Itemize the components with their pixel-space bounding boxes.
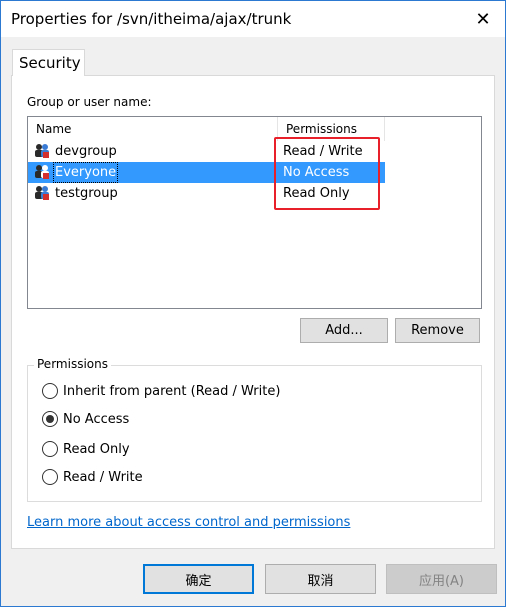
row-permission: Read / Write <box>283 144 363 159</box>
permissions-group: Permissions Inherit from parent (Read / … <box>27 357 482 502</box>
radio-read-only[interactable]: Read Only <box>42 440 130 458</box>
radio-read-only-label: Read Only <box>63 441 130 457</box>
window-title: Properties for /svn/itheima/ajax/trunk <box>11 10 292 28</box>
group-icon <box>35 186 49 200</box>
list-row[interactable]: devgroup Read / Write <box>28 141 385 162</box>
tab-security-label: Security <box>19 54 81 72</box>
tab-security[interactable]: Security <box>12 49 85 76</box>
learn-more-link[interactable]: Learn more about access control and perm… <box>27 515 350 530</box>
add-button[interactable]: Add... <box>300 318 388 343</box>
row-name: devgroup <box>55 144 117 159</box>
user-list[interactable]: Name Permissions devgroup Read / Write E… <box>27 116 482 309</box>
apply-button[interactable]: 应用(A) <box>386 564 497 594</box>
remove-button[interactable]: Remove <box>395 318 480 343</box>
title-bar: Properties for /svn/itheima/ajax/trunk ✕ <box>1 1 505 37</box>
radio-read-write[interactable]: Read / Write <box>42 468 143 486</box>
radio-inherit[interactable]: Inherit from parent (Read / Write) <box>42 382 280 400</box>
list-row-selected[interactable]: Everyone No Access <box>28 162 385 183</box>
column-header-name[interactable]: Name <box>28 117 278 141</box>
ok-button[interactable]: 确定 <box>143 564 254 594</box>
row-permission: Read Only <box>283 186 350 201</box>
radio-circle[interactable] <box>42 383 58 399</box>
row-permission: No Access <box>283 165 350 180</box>
radio-no-access-label: No Access <box>63 411 130 427</box>
row-name: Everyone <box>53 162 119 183</box>
group-icon <box>35 144 49 158</box>
radio-read-write-label: Read / Write <box>63 469 143 485</box>
radio-inherit-label: Inherit from parent (Read / Write) <box>63 383 281 399</box>
permissions-group-title: Permissions <box>34 357 111 371</box>
radio-circle[interactable] <box>42 441 58 457</box>
list-header: Name Permissions <box>28 117 481 141</box>
close-button[interactable]: ✕ <box>461 1 505 37</box>
security-panel: Group or user name: Name Permissions dev… <box>11 75 495 549</box>
list-row[interactable]: testgroup Read Only <box>28 183 385 204</box>
cancel-button[interactable]: 取消 <box>265 564 376 594</box>
radio-circle[interactable] <box>42 469 58 485</box>
group-or-user-label: Group or user name: <box>27 95 152 109</box>
group-icon <box>35 165 49 179</box>
close-icon: ✕ <box>475 8 491 30</box>
radio-no-access[interactable]: No Access <box>42 410 129 428</box>
column-header-permissions[interactable]: Permissions <box>278 117 385 141</box>
row-name: testgroup <box>55 186 118 201</box>
radio-circle-checked[interactable] <box>42 411 58 427</box>
properties-dialog: Properties for /svn/itheima/ajax/trunk ✕… <box>0 0 506 607</box>
